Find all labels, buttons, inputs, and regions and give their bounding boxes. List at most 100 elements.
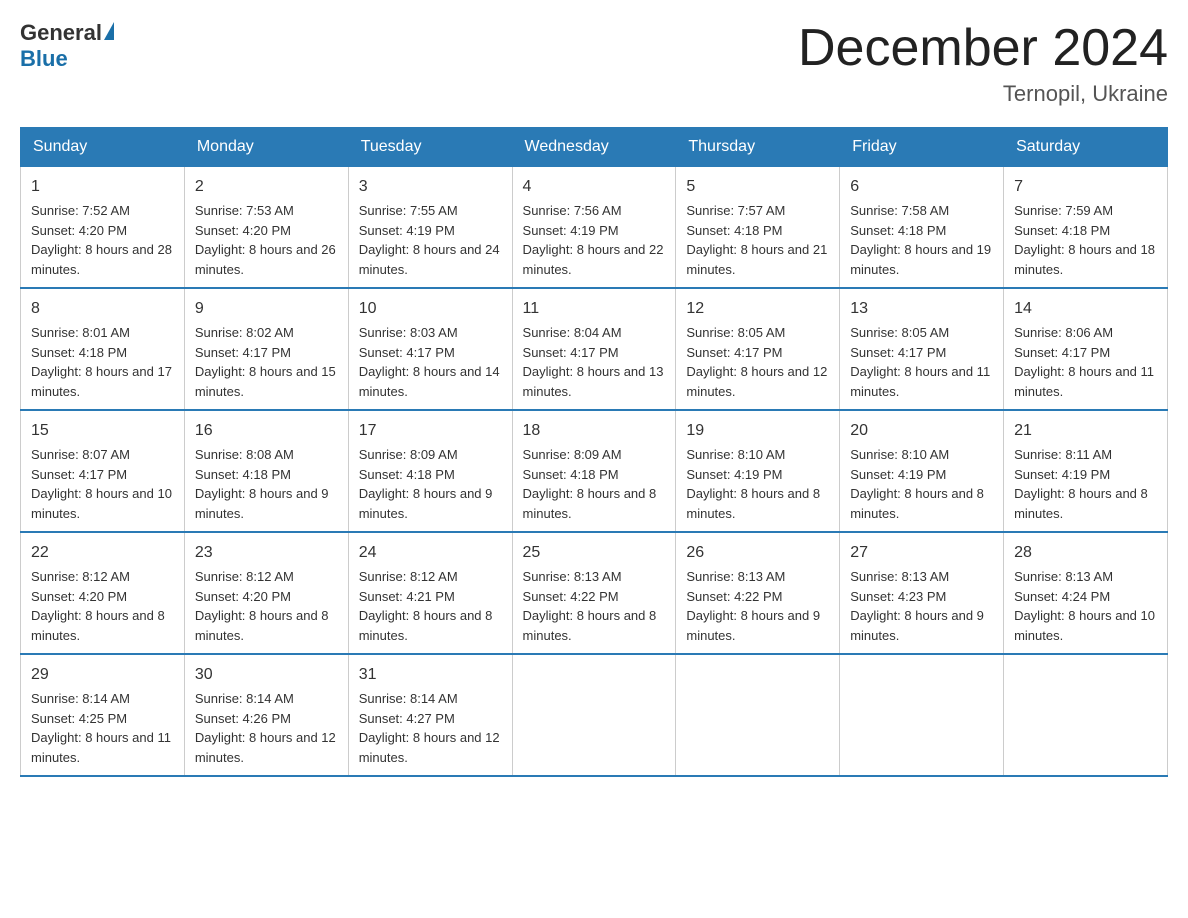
day-number: 4 [523, 175, 666, 199]
day-info: Sunrise: 8:13 AMSunset: 4:22 PMDaylight:… [523, 569, 657, 643]
day-info: Sunrise: 7:55 AMSunset: 4:19 PMDaylight:… [359, 203, 500, 277]
day-number: 21 [1014, 419, 1157, 443]
week-row-2: 8Sunrise: 8:01 AMSunset: 4:18 PMDaylight… [21, 288, 1168, 410]
calendar-cell: 28 Sunrise: 8:13 AMSunset: 4:24 PMDayligh… [1004, 532, 1168, 654]
calendar-cell: 24Sunrise: 8:12 AMSunset: 4:21 PMDayligh… [348, 532, 512, 654]
calendar-cell: 26 Sunrise: 8:13 AMSunset: 4:22 PMDayligh… [676, 532, 840, 654]
calendar-cell: 18 Sunrise: 8:09 AMSunset: 4:18 PMDayligh… [512, 410, 676, 532]
day-number: 15 [31, 419, 174, 443]
calendar-cell: 17 Sunrise: 8:09 AMSunset: 4:18 PMDayligh… [348, 410, 512, 532]
day-info: Sunrise: 8:06 AMSunset: 4:17 PMDaylight:… [1014, 325, 1154, 399]
day-info: Sunrise: 8:12 AMSunset: 4:21 PMDaylight:… [359, 569, 493, 643]
day-number: 7 [1014, 175, 1157, 199]
day-info: Sunrise: 8:14 AMSunset: 4:26 PMDaylight:… [195, 691, 336, 765]
calendar-table: SundayMondayTuesdayWednesdayThursdayFrid… [20, 127, 1168, 777]
col-header-sunday: Sunday [21, 128, 185, 167]
col-header-monday: Monday [184, 128, 348, 167]
day-info: Sunrise: 8:05 AMSunset: 4:17 PMDaylight:… [850, 325, 990, 399]
day-number: 28 [1014, 541, 1157, 565]
day-number: 8 [31, 297, 174, 321]
day-number: 19 [686, 419, 829, 443]
calendar-cell: 30 Sunrise: 8:14 AMSunset: 4:26 PMDayligh… [184, 654, 348, 776]
calendar-header: SundayMondayTuesdayWednesdayThursdayFrid… [21, 128, 1168, 167]
day-number: 25 [523, 541, 666, 565]
logo-triangle-icon [104, 22, 114, 40]
page-title: December 2024 [798, 20, 1168, 77]
logo-blue-text: Blue [20, 46, 68, 72]
day-number: 11 [523, 297, 666, 321]
calendar-cell: 2 Sunrise: 7:53 AMSunset: 4:20 PMDaylight… [184, 167, 348, 289]
week-row-1: 1 Sunrise: 7:52 AMSunset: 4:20 PMDaylight… [21, 167, 1168, 289]
day-info: Sunrise: 8:11 AMSunset: 4:19 PMDaylight:… [1014, 447, 1148, 521]
day-number: 29 [31, 663, 174, 687]
day-info: Sunrise: 7:57 AMSunset: 4:18 PMDaylight:… [686, 203, 827, 277]
day-info: Sunrise: 7:53 AMSunset: 4:20 PMDaylight:… [195, 203, 336, 277]
day-info: Sunrise: 8:09 AMSunset: 4:18 PMDaylight:… [359, 447, 493, 521]
day-number: 2 [195, 175, 338, 199]
day-info: Sunrise: 7:56 AMSunset: 4:19 PMDaylight:… [523, 203, 664, 277]
logo-general-text: General [20, 20, 102, 46]
day-number: 13 [850, 297, 993, 321]
day-info: Sunrise: 8:03 AMSunset: 4:17 PMDaylight:… [359, 325, 500, 399]
calendar-cell: 9 Sunrise: 8:02 AMSunset: 4:17 PMDaylight… [184, 288, 348, 410]
day-number: 6 [850, 175, 993, 199]
day-number: 17 [359, 419, 502, 443]
calendar-cell: 11 Sunrise: 8:04 AMSunset: 4:17 PMDayligh… [512, 288, 676, 410]
title-section: December 2024 Ternopil, Ukraine [798, 20, 1168, 107]
calendar-cell: 5 Sunrise: 7:57 AMSunset: 4:18 PMDaylight… [676, 167, 840, 289]
day-info: Sunrise: 7:58 AMSunset: 4:18 PMDaylight:… [850, 203, 991, 277]
day-info: Sunrise: 8:02 AMSunset: 4:17 PMDaylight:… [195, 325, 336, 399]
day-info: Sunrise: 8:08 AMSunset: 4:18 PMDaylight:… [195, 447, 329, 521]
day-number: 23 [195, 541, 338, 565]
day-number: 27 [850, 541, 993, 565]
day-number: 5 [686, 175, 829, 199]
day-info: Sunrise: 8:07 AMSunset: 4:17 PMDaylight:… [31, 447, 172, 521]
header-row: SundayMondayTuesdayWednesdayThursdayFrid… [21, 128, 1168, 167]
col-header-thursday: Thursday [676, 128, 840, 167]
day-info: Sunrise: 8:14 AMSunset: 4:27 PMDaylight:… [359, 691, 500, 765]
day-info: Sunrise: 8:13 AMSunset: 4:22 PMDaylight:… [686, 569, 820, 643]
week-row-3: 15 Sunrise: 8:07 AMSunset: 4:17 PMDayligh… [21, 410, 1168, 532]
col-header-tuesday: Tuesday [348, 128, 512, 167]
day-number: 12 [686, 297, 829, 321]
calendar-cell: 1 Sunrise: 7:52 AMSunset: 4:20 PMDaylight… [21, 167, 185, 289]
calendar-cell: 23 Sunrise: 8:12 AMSunset: 4:20 PMDayligh… [184, 532, 348, 654]
col-header-saturday: Saturday [1004, 128, 1168, 167]
col-header-wednesday: Wednesday [512, 128, 676, 167]
day-info: Sunrise: 8:13 AMSunset: 4:24 PMDaylight:… [1014, 569, 1155, 643]
calendar-cell [512, 654, 676, 776]
page-header: General Blue December 2024 Ternopil, Ukr… [20, 20, 1168, 107]
day-info: Sunrise: 8:12 AMSunset: 4:20 PMDaylight:… [31, 569, 165, 643]
calendar-cell: 14 Sunrise: 8:06 AMSunset: 4:17 PMDayligh… [1004, 288, 1168, 410]
day-number: 1 [31, 175, 174, 199]
day-info: Sunrise: 8:14 AMSunset: 4:25 PMDaylight:… [31, 691, 171, 765]
day-number: 31 [359, 663, 502, 687]
calendar-cell [840, 654, 1004, 776]
calendar-cell: 13 Sunrise: 8:05 AMSunset: 4:17 PMDayligh… [840, 288, 1004, 410]
calendar-cell: 20Sunrise: 8:10 AMSunset: 4:19 PMDayligh… [840, 410, 1004, 532]
calendar-cell: 27 Sunrise: 8:13 AMSunset: 4:23 PMDayligh… [840, 532, 1004, 654]
calendar-cell [1004, 654, 1168, 776]
day-number: 18 [523, 419, 666, 443]
day-info: Sunrise: 8:09 AMSunset: 4:18 PMDaylight:… [523, 447, 657, 521]
day-info: Sunrise: 8:12 AMSunset: 4:20 PMDaylight:… [195, 569, 329, 643]
day-number: 14 [1014, 297, 1157, 321]
day-number: 3 [359, 175, 502, 199]
calendar-cell [676, 654, 840, 776]
day-info: Sunrise: 7:52 AMSunset: 4:20 PMDaylight:… [31, 203, 172, 277]
col-header-friday: Friday [840, 128, 1004, 167]
calendar-cell: 10Sunrise: 8:03 AMSunset: 4:17 PMDayligh… [348, 288, 512, 410]
week-row-5: 29 Sunrise: 8:14 AMSunset: 4:25 PMDayligh… [21, 654, 1168, 776]
calendar-cell: 8Sunrise: 8:01 AMSunset: 4:18 PMDaylight… [21, 288, 185, 410]
logo: General Blue [20, 20, 116, 72]
day-number: 9 [195, 297, 338, 321]
calendar-cell: 16Sunrise: 8:08 AMSunset: 4:18 PMDayligh… [184, 410, 348, 532]
calendar-cell: 31 Sunrise: 8:14 AMSunset: 4:27 PMDayligh… [348, 654, 512, 776]
day-info: Sunrise: 8:10 AMSunset: 4:19 PMDaylight:… [686, 447, 820, 521]
day-info: Sunrise: 8:04 AMSunset: 4:17 PMDaylight:… [523, 325, 664, 399]
day-info: Sunrise: 8:13 AMSunset: 4:23 PMDaylight:… [850, 569, 984, 643]
day-number: 26 [686, 541, 829, 565]
day-number: 30 [195, 663, 338, 687]
day-number: 20 [850, 419, 993, 443]
calendar-cell: 22Sunrise: 8:12 AMSunset: 4:20 PMDayligh… [21, 532, 185, 654]
